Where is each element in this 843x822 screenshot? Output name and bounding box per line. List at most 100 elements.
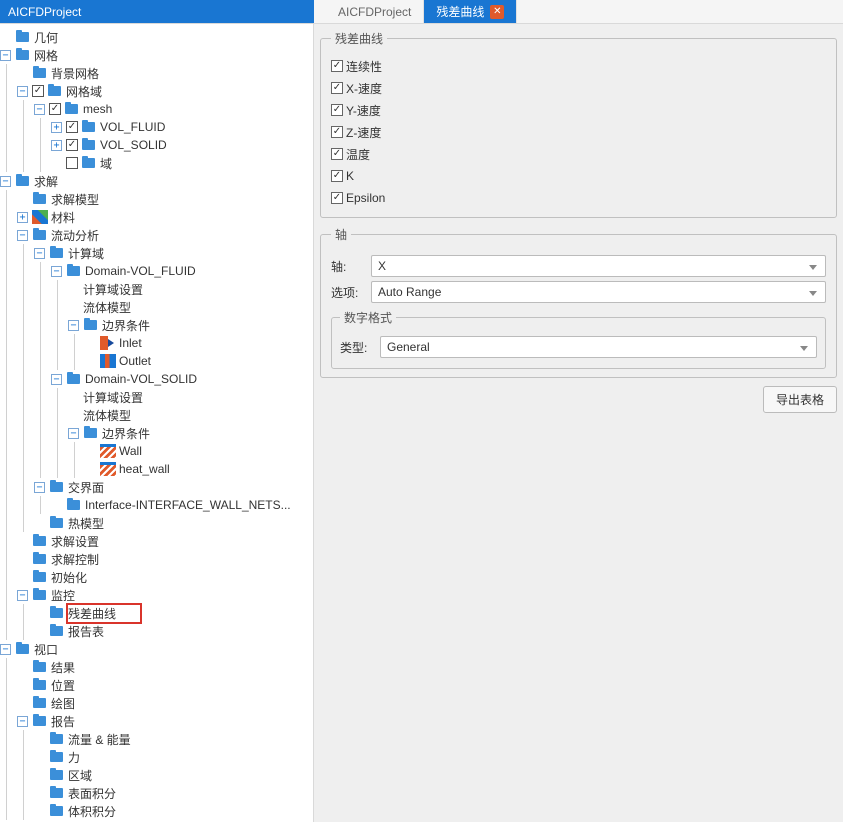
curve-checkbox-row[interactable]: ✓X-速度 [331, 77, 826, 99]
tree-node-label: 绘图 [51, 695, 75, 712]
tree-node[interactable]: −网格 [0, 46, 313, 64]
collapse-icon[interactable]: − [34, 104, 45, 115]
checkbox-icon[interactable]: ✓ [331, 104, 343, 116]
curve-checkbox-row[interactable]: ✓连续性 [331, 55, 826, 77]
tree-node[interactable]: −✓网格域 [0, 82, 313, 100]
project-title-tab[interactable]: AICFDProject [0, 0, 314, 23]
tree-node-label: 背景网格 [51, 65, 99, 82]
tree-node[interactable]: +材料 [0, 208, 313, 226]
export-table-button[interactable]: 导出表格 [763, 386, 837, 413]
tree-node[interactable]: 求解控制 [0, 550, 313, 568]
tree-node[interactable]: Outlet [0, 352, 313, 370]
tree-node[interactable]: −Domain-VOL_SOLID [0, 370, 313, 388]
collapse-icon[interactable]: − [0, 176, 11, 187]
tree-node[interactable]: 背景网格 [0, 64, 313, 82]
option-dropdown[interactable]: Auto Range [371, 281, 826, 303]
checkbox-icon[interactable] [66, 157, 78, 169]
checkbox-icon[interactable]: ✓ [32, 85, 44, 97]
tree-node[interactable]: 体积积分 [0, 802, 313, 820]
collapse-icon[interactable]: − [34, 482, 45, 493]
tree-node[interactable]: −✓mesh [0, 100, 313, 118]
tab-residual-curve[interactable]: 残差曲线 ✕ [424, 0, 517, 23]
tree-node[interactable]: 流量 & 能量 [0, 730, 313, 748]
tree-node[interactable]: −边界条件 [0, 316, 313, 334]
curve-checkbox-row[interactable]: ✓K [331, 165, 826, 187]
tree-node[interactable]: 报告表 [0, 622, 313, 640]
checkbox-icon[interactable]: ✓ [331, 126, 343, 138]
tree-node-label: 求解控制 [51, 551, 99, 568]
tree-node[interactable]: 几何 [0, 28, 313, 46]
checkbox-icon[interactable]: ✓ [331, 60, 343, 72]
collapse-icon[interactable]: − [51, 266, 62, 277]
tree-node[interactable]: 表面积分 [0, 784, 313, 802]
toggle-spacer [85, 356, 96, 367]
tree-node[interactable]: 初始化 [0, 568, 313, 586]
tree-node[interactable]: 位置 [0, 676, 313, 694]
residual-curves-group: 残差曲线 ✓连续性✓X-速度✓Y-速度✓Z-速度✓温度✓K✓Epsilon [320, 30, 837, 218]
tree-node[interactable]: 力 [0, 748, 313, 766]
collapse-icon[interactable]: − [51, 374, 62, 385]
close-icon[interactable]: ✕ [490, 5, 504, 19]
tree-node[interactable]: −流动分析 [0, 226, 313, 244]
tree-node-label: 结果 [51, 659, 75, 676]
curve-checkbox-row[interactable]: ✓Y-速度 [331, 99, 826, 121]
tree-node[interactable]: 热模型 [0, 514, 313, 532]
tab-document-1[interactable]: AICFDProject [326, 0, 424, 23]
tree-node[interactable]: 残差曲线 [0, 604, 313, 622]
collapse-icon[interactable]: − [0, 50, 11, 61]
tree-node[interactable]: 流体模型 [0, 298, 313, 316]
expand-icon[interactable]: + [51, 122, 62, 133]
tree-node[interactable]: −计算域 [0, 244, 313, 262]
curve-checkbox-row[interactable]: ✓温度 [331, 143, 826, 165]
type-dropdown[interactable]: General [380, 336, 817, 358]
tree-node[interactable]: heat_wall [0, 460, 313, 478]
curve-checkbox-row[interactable]: ✓Z-速度 [331, 121, 826, 143]
tree-node[interactable]: 区域 [0, 766, 313, 784]
tree-node[interactable]: Wall [0, 442, 313, 460]
tree-node[interactable]: Inlet [0, 334, 313, 352]
collapse-icon[interactable]: − [34, 248, 45, 259]
collapse-icon[interactable]: − [17, 230, 28, 241]
expand-icon[interactable]: + [51, 140, 62, 151]
tree-node[interactable]: −求解 [0, 172, 313, 190]
curve-checkbox-row[interactable]: ✓Epsilon [331, 187, 826, 209]
tree-node[interactable]: −报告 [0, 712, 313, 730]
tree-node[interactable]: 求解设置 [0, 532, 313, 550]
axis-dropdown[interactable]: X [371, 255, 826, 277]
tree-node[interactable]: 计算域设置 [0, 388, 313, 406]
tree-node[interactable]: 计算域设置 [0, 280, 313, 298]
expand-icon[interactable]: + [17, 212, 28, 223]
tree-node[interactable]: 求解模型 [0, 190, 313, 208]
tree-node[interactable]: 绘图 [0, 694, 313, 712]
checkbox-icon[interactable]: ✓ [49, 103, 61, 115]
tree-node[interactable]: 结果 [0, 658, 313, 676]
tree-node[interactable]: −边界条件 [0, 424, 313, 442]
tree-node-label: 交界面 [68, 479, 104, 496]
checkbox-icon[interactable]: ✓ [331, 148, 343, 160]
checkbox-icon[interactable]: ✓ [331, 170, 343, 182]
tree-node[interactable]: Interface-INTERFACE_WALL_NETS... [0, 496, 313, 514]
tree-node-label: Inlet [119, 336, 142, 350]
collapse-icon[interactable]: − [68, 428, 79, 439]
collapse-icon[interactable]: − [17, 590, 28, 601]
tree-node[interactable]: −Domain-VOL_FLUID [0, 262, 313, 280]
checkbox-icon[interactable]: ✓ [66, 139, 78, 151]
tree-node[interactable]: −监控 [0, 586, 313, 604]
properties-pane: 残差曲线 ✓连续性✓X-速度✓Y-速度✓Z-速度✓温度✓K✓Epsilon 轴 … [314, 24, 843, 822]
collapse-icon[interactable]: − [17, 716, 28, 727]
tree-node[interactable]: 域 [0, 154, 313, 172]
collapse-icon[interactable]: − [0, 644, 11, 655]
tree-node[interactable]: − 交界面 [0, 478, 313, 496]
tree-node[interactable]: 流体模型 [0, 406, 313, 424]
collapse-icon[interactable]: − [68, 320, 79, 331]
folder-icon [32, 570, 48, 584]
project-tree[interactable]: 几何−网格背景网格−✓网格域−✓mesh+✓VOL_FLUID+✓VOL_SOL… [0, 24, 314, 822]
collapse-icon[interactable]: − [17, 86, 28, 97]
checkbox-icon[interactable]: ✓ [66, 121, 78, 133]
tree-node[interactable]: +✓VOL_SOLID [0, 136, 313, 154]
checkbox-icon[interactable]: ✓ [331, 82, 343, 94]
tree-node[interactable]: +✓VOL_FLUID [0, 118, 313, 136]
tree-node[interactable]: −视口 [0, 640, 313, 658]
checkbox-icon[interactable]: ✓ [331, 192, 343, 204]
toggle-spacer [34, 626, 45, 637]
